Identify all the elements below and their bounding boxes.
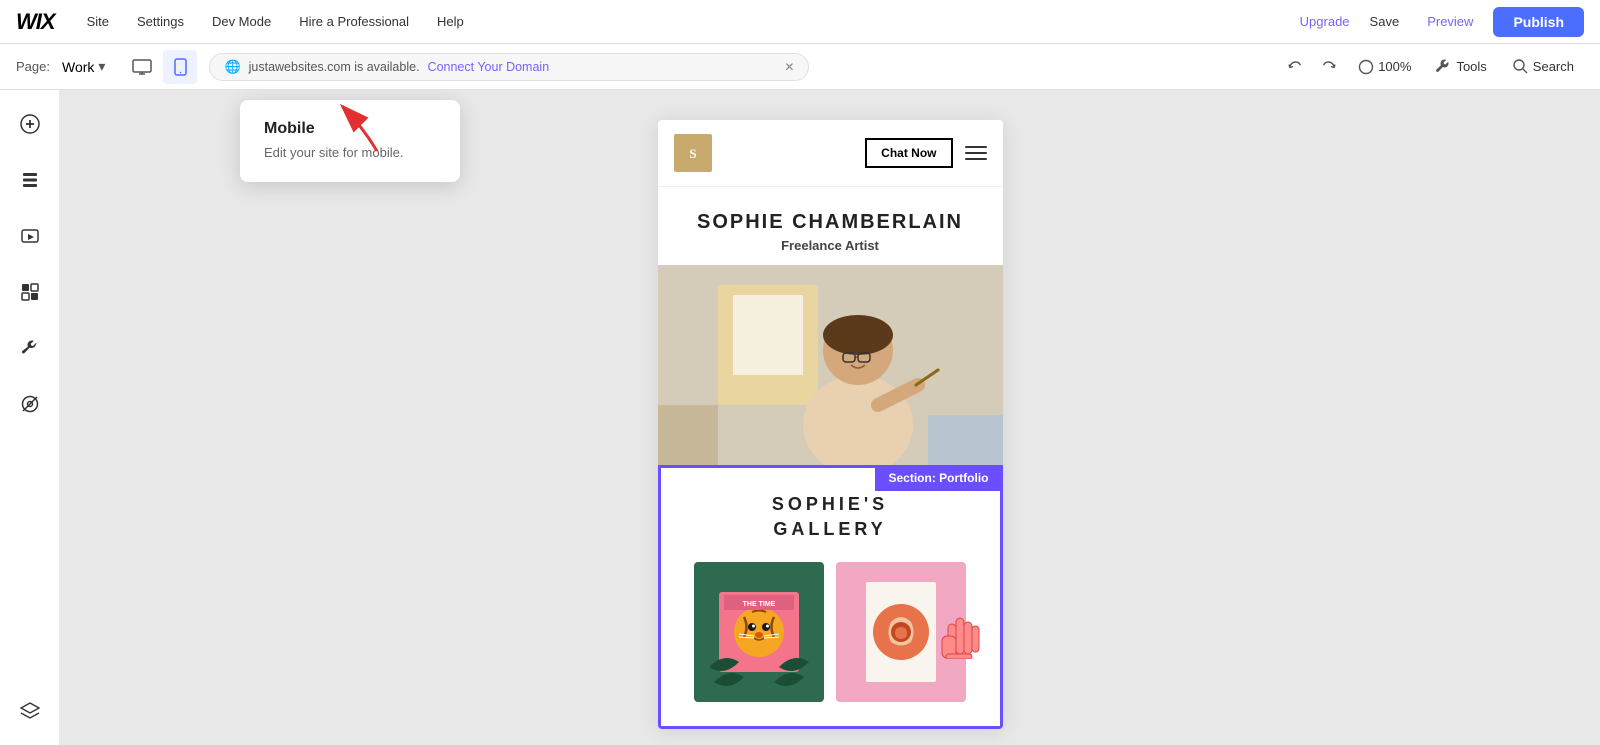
nav-help[interactable]: Help	[425, 8, 476, 35]
tooltip-title: Mobile	[264, 120, 436, 138]
page-selector[interactable]: Work ▾	[62, 58, 105, 75]
nav-hire[interactable]: Hire a Professional	[287, 8, 421, 35]
wix-logo: WIX	[16, 9, 55, 35]
save-button[interactable]: Save	[1362, 8, 1408, 35]
site-logo: S	[674, 134, 712, 172]
globe-icon: 🌐	[224, 59, 240, 75]
site-header-right: Chat Now	[865, 138, 986, 168]
sidebar-hidden-button[interactable]	[12, 386, 48, 422]
hero-subtitle: Freelance Artist	[678, 238, 983, 253]
sidebar-pages-button[interactable]	[12, 162, 48, 198]
page-name: Work	[62, 59, 94, 75]
upgrade-button[interactable]: Upgrade	[1300, 14, 1350, 29]
sidebar-tools-button[interactable]	[12, 330, 48, 366]
gallery-item-1[interactable]: THE TIME	[694, 562, 824, 702]
main-area: Mobile Edit your site for mobile. S	[0, 90, 1600, 745]
hero-image	[658, 265, 1003, 465]
domain-text: justawebsites.com is available.	[249, 60, 420, 74]
close-domain-bar-button[interactable]: ✕	[784, 60, 794, 74]
topbar-nav: Site Settings Dev Mode Hire a Profession…	[75, 8, 476, 35]
portfolio-container: Section: Portfolio SOPHIE'SGALLERY	[658, 465, 1003, 729]
zoom-level: 100%	[1378, 59, 1411, 74]
tiger-artwork: THE TIME	[704, 567, 814, 697]
chevron-down-icon: ▾	[98, 58, 105, 75]
portfolio-title: SOPHIE'SGALLERY	[677, 492, 984, 542]
nav-devmode[interactable]: Dev Mode	[200, 8, 283, 35]
page-label: Page:	[16, 59, 50, 74]
portfolio-title-text: SOPHIE'SGALLERY	[772, 494, 888, 539]
secondbar: Page: Work ▾ 🌐 justawebsites.com is avai…	[0, 44, 1600, 90]
search-label: Search	[1533, 59, 1574, 74]
sidebar-add-button[interactable]	[12, 106, 48, 142]
sidebar-layers-button[interactable]	[12, 693, 48, 729]
cursor-hand-icon	[938, 604, 983, 669]
mobile-view-button[interactable]	[163, 50, 197, 84]
hamburger-line-3	[965, 158, 987, 160]
nav-settings[interactable]: Settings	[125, 8, 196, 35]
gallery-thumb-green: THE TIME	[694, 562, 824, 702]
view-icons	[125, 50, 197, 84]
hamburger-line-2	[965, 152, 987, 154]
section-label: Section: Portfolio	[875, 465, 1003, 491]
desktop-view-button[interactable]	[125, 50, 159, 84]
hero-illustration	[658, 265, 1003, 465]
canvas-area: Mobile Edit your site for mobile. S	[60, 90, 1600, 745]
nav-site[interactable]: Site	[75, 8, 121, 35]
undo-button[interactable]	[1280, 52, 1310, 82]
domain-bar: 🌐 justawebsites.com is available. Connec…	[209, 53, 809, 81]
chat-now-button[interactable]: Chat Now	[865, 138, 952, 168]
connect-domain-link[interactable]: Connect Your Domain	[428, 60, 550, 74]
hamburger-menu-button[interactable]	[965, 146, 987, 160]
tools-label: Tools	[1456, 59, 1486, 74]
redo-button[interactable]	[1314, 52, 1344, 82]
secondbar-right: 100% Tools Search	[1280, 52, 1584, 82]
hero-name: SOPHIE CHAMBERLAIN	[678, 211, 983, 234]
hero-section: SOPHIE CHAMBERLAIN Freelance Artist	[658, 187, 1003, 253]
preview-button[interactable]: Preview	[1419, 8, 1481, 35]
sidebar-bottom	[12, 693, 48, 729]
mobile-tooltip: Mobile Edit your site for mobile.	[240, 100, 460, 182]
undo-redo-group	[1280, 52, 1344, 82]
left-sidebar	[0, 90, 60, 745]
sidebar-media-button[interactable]	[12, 218, 48, 254]
topbar: WIX Site Settings Dev Mode Hire a Profes…	[0, 0, 1600, 44]
svg-text:S: S	[689, 146, 696, 161]
hamburger-line-1	[965, 146, 987, 148]
portfolio-section: SOPHIE'SGALLERY	[658, 465, 1003, 729]
publish-button[interactable]: Publish	[1493, 7, 1584, 37]
mobile-preview: S Chat Now SOPHIE CHAMBERLAIN Freelance …	[658, 120, 1003, 729]
zoom-display[interactable]: 100%	[1350, 55, 1419, 79]
sidebar-design-button[interactable]	[12, 274, 48, 310]
tooltip-description: Edit your site for mobile.	[264, 144, 436, 162]
topbar-right: Upgrade Save Preview Publish	[1300, 7, 1584, 37]
site-header: S Chat Now	[658, 120, 1003, 187]
svg-text:THE TIME: THE TIME	[743, 601, 776, 608]
search-button[interactable]: Search	[1503, 54, 1584, 79]
tools-button[interactable]: Tools	[1425, 54, 1496, 80]
